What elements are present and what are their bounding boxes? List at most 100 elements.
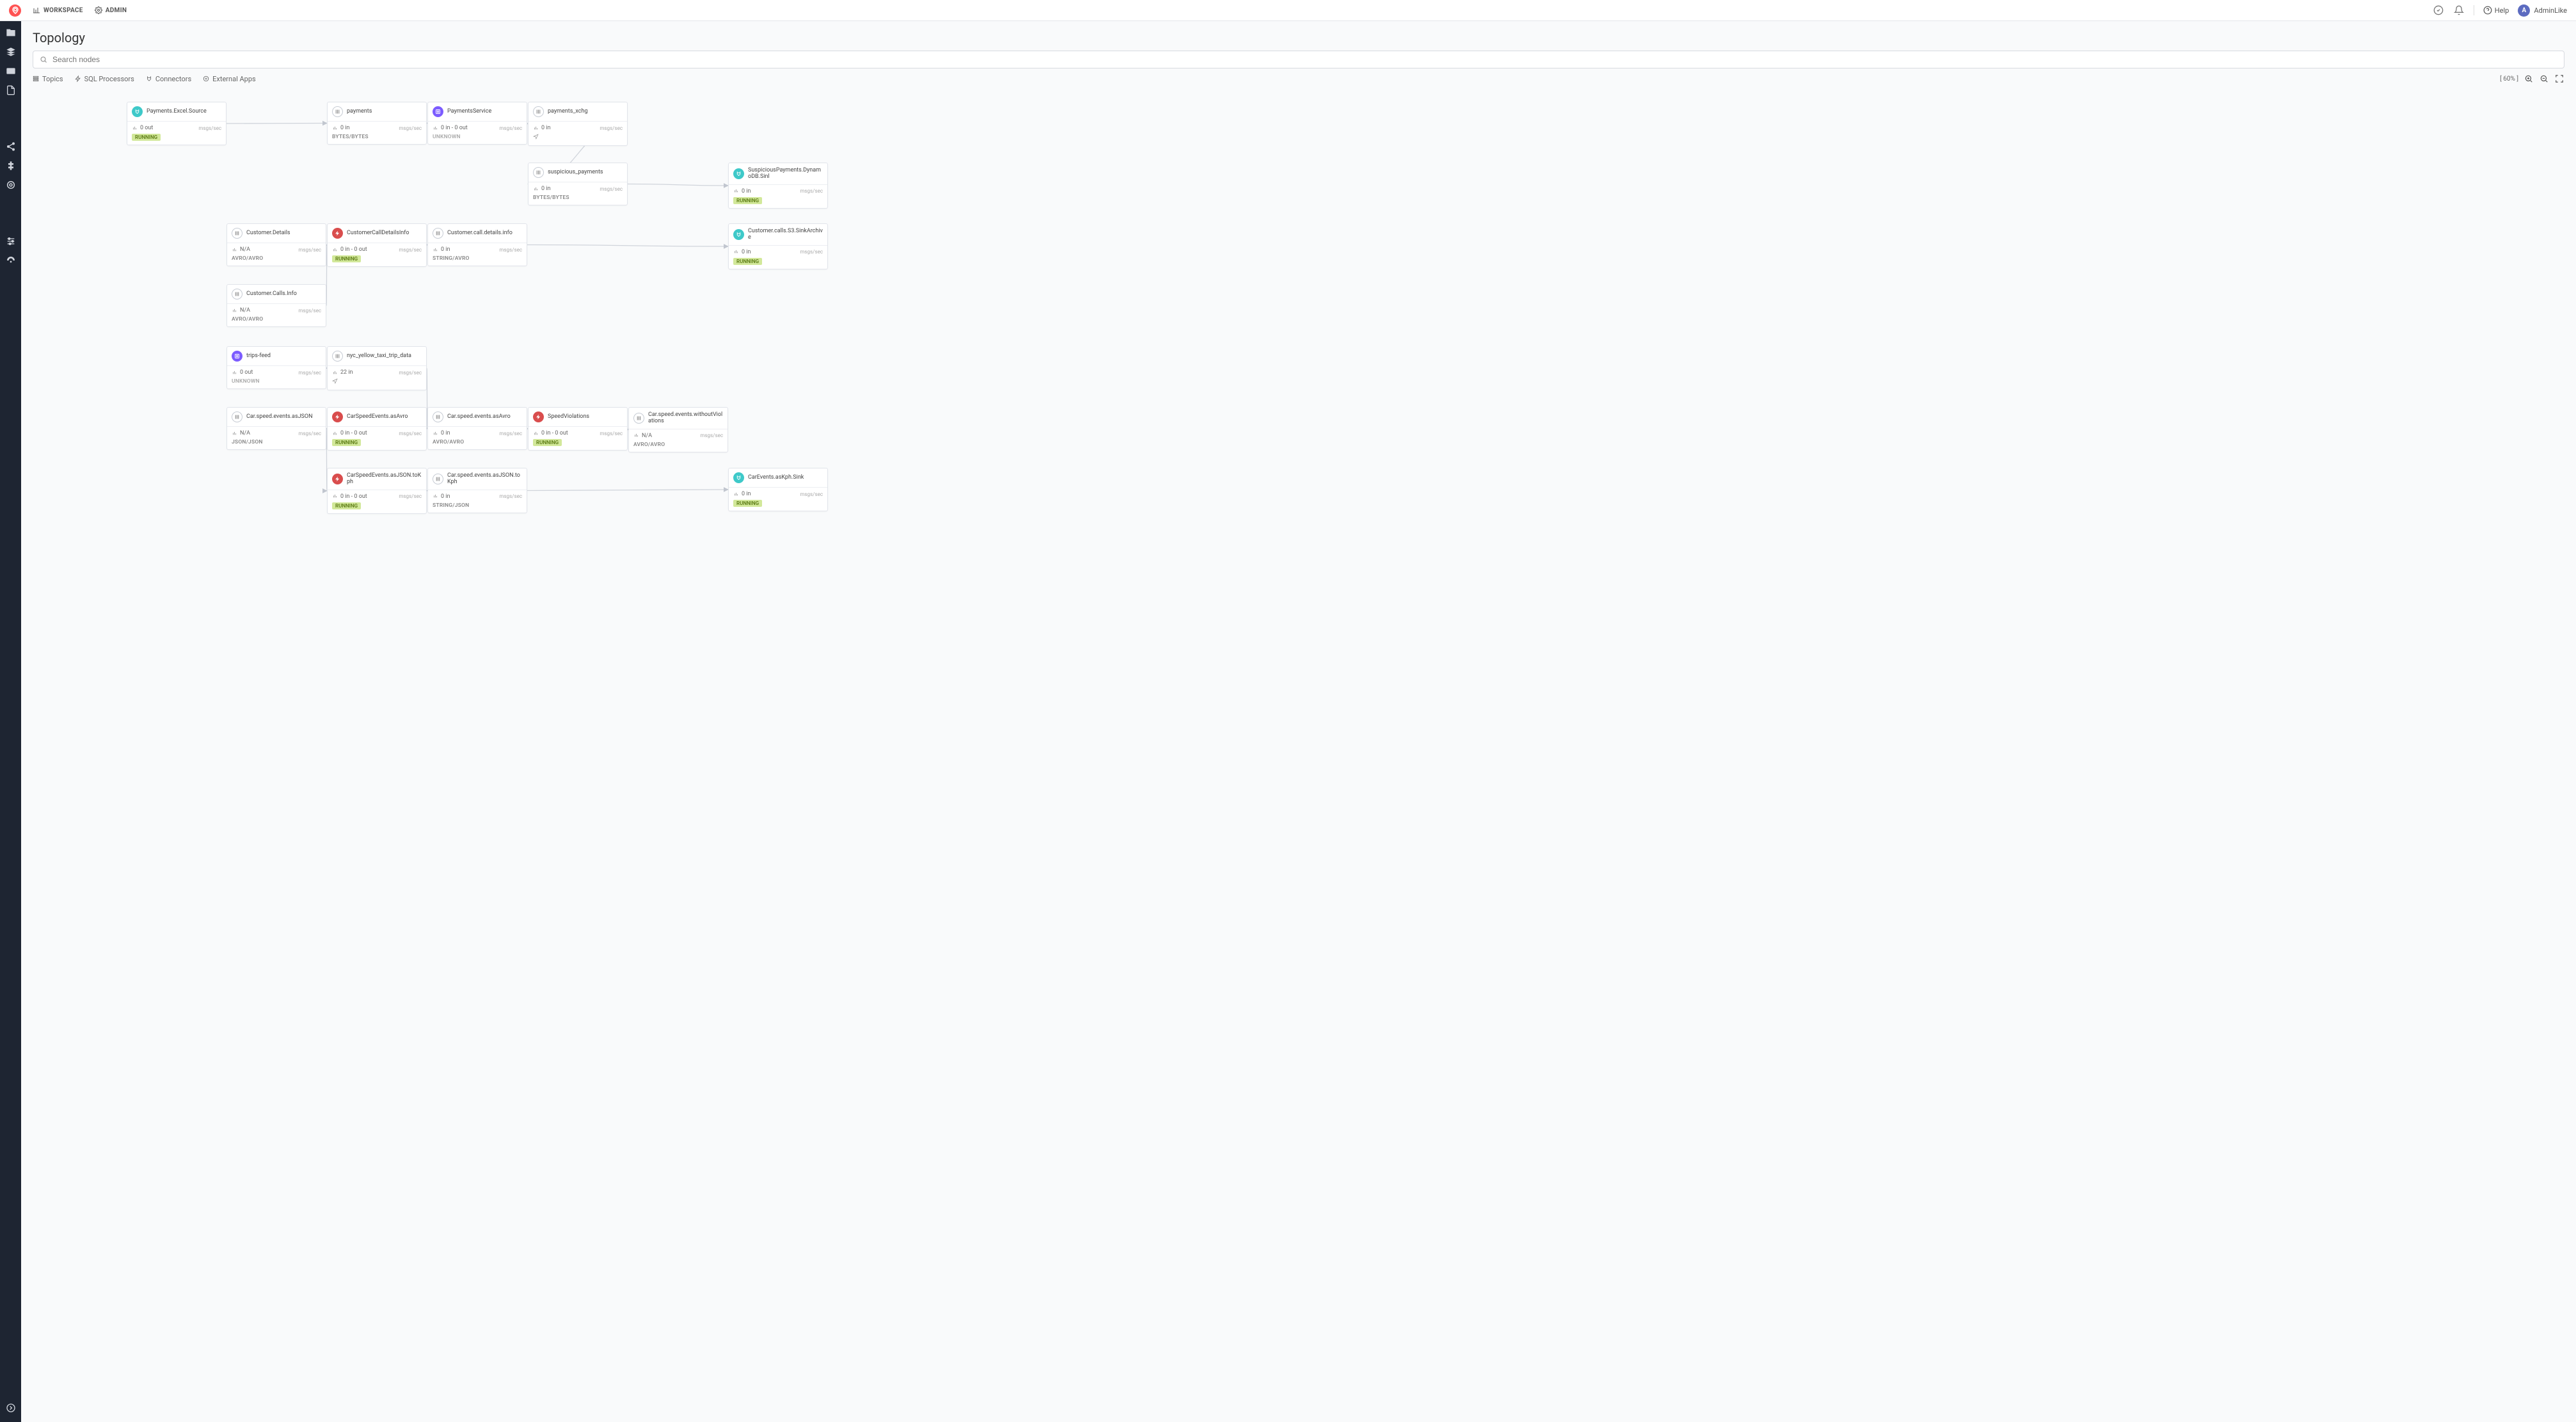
node-header: CarEvents.asKph.Sink xyxy=(729,468,827,488)
topology-canvas[interactable]: Payments.Excel.Source0 outmsgs/secRUNNIN… xyxy=(21,97,2576,1422)
node-metric: 0 in xyxy=(433,493,450,500)
node-n11[interactable]: Customer.calls.S3.SinkArchive0 inmsgs/se… xyxy=(728,223,828,269)
node-n5[interactable]: suspicious_payments0 inmsgs/secBYTES/BYT… xyxy=(528,163,628,205)
sidebar-doc-icon[interactable] xyxy=(6,85,16,95)
search-box[interactable] xyxy=(33,51,2564,68)
node-metric: 0 in - 0 out xyxy=(332,493,367,500)
node-body: 0 inmsgs/secRUNNING xyxy=(729,246,827,269)
sidebar-id-icon[interactable] xyxy=(6,66,16,76)
fullscreen-button[interactable] xyxy=(2554,74,2564,84)
proc-icon xyxy=(533,411,544,422)
stream-icon xyxy=(433,474,443,484)
filter-topics[interactable]: Topics xyxy=(33,75,63,83)
node-metric: 0 in xyxy=(433,430,450,436)
node-title: Customer.Calls.Info xyxy=(246,291,297,297)
sidebar-share-icon[interactable] xyxy=(6,141,16,152)
node-body: 0 in - 0 outmsgs/secUNKNOWN xyxy=(428,122,527,144)
nav-admin[interactable]: ADMIN xyxy=(95,6,127,14)
sidebar-layers-icon[interactable] xyxy=(6,47,16,57)
app-icon xyxy=(232,351,242,362)
filter-apps[interactable]: External Apps xyxy=(203,75,256,83)
node-n17[interactable]: SpeedViolations0 in - 0 outmsgs/secRUNNI… xyxy=(528,407,628,451)
metrics-unit: msgs/sec xyxy=(499,125,522,131)
topbar: WORKSPACE ADMIN Help A AdminLike xyxy=(0,0,2576,21)
user-avatar: A xyxy=(2518,4,2530,17)
node-metric: 0 in xyxy=(733,491,751,497)
search-icon xyxy=(40,56,47,63)
sidebar-lens-icon[interactable] xyxy=(6,180,16,190)
node-n10[interactable]: Customer.call.details.info0 inmsgs/secST… xyxy=(427,223,527,266)
node-metric: N/A xyxy=(633,433,652,439)
node-n15[interactable]: CarSpeedEvents.asAvro0 in - 0 outmsgs/se… xyxy=(327,407,427,451)
status-badge: RUNNING xyxy=(733,500,762,507)
app-logo-icon[interactable] xyxy=(9,4,21,17)
proc-icon xyxy=(332,474,343,484)
node-title: nyc_yellow_taxi_trip_data xyxy=(347,353,411,359)
node-n7[interactable]: Customer.DetailsN/Amsgs/secAVRO/AVRO xyxy=(227,223,326,266)
node-n13[interactable]: nyc_yellow_taxi_trip_data22 inmsgs/sec xyxy=(327,346,427,390)
help-link[interactable]: Help xyxy=(2483,6,2509,15)
format-label: AVRO/AVRO xyxy=(232,255,263,262)
node-n14[interactable]: Car.speed.events.asJSONN/Amsgs/secJSON/J… xyxy=(227,407,326,450)
node-metric: 0 in xyxy=(332,125,349,131)
format-label: STRING/JSON xyxy=(433,502,469,509)
node-title: Customer.call.details.info xyxy=(447,230,513,236)
format-label: AVRO/AVRO xyxy=(633,442,665,448)
node-body: N/Amsgs/secAVRO/AVRO xyxy=(629,429,727,452)
status-unknown: UNKNOWN xyxy=(433,134,461,140)
app-icon xyxy=(433,106,443,117)
zoom-out-button[interactable] xyxy=(2539,74,2549,84)
notifications-icon[interactable] xyxy=(2453,4,2465,16)
node-n12[interactable]: trips-feed0 outmsgs/secUNKNOWN xyxy=(227,346,326,389)
node-metric: 0 in xyxy=(733,188,751,195)
sidebar-collapse-icon[interactable] xyxy=(6,1403,16,1413)
node-body: N/Amsgs/secJSON/JSON xyxy=(227,427,326,449)
node-n18[interactable]: Car.speed.events.withoutViolations N/Amsg… xyxy=(628,407,728,452)
sidebar-folder-icon[interactable] xyxy=(6,28,16,38)
node-n9[interactable]: Customer.Calls.InfoN/Amsgs/secAVRO/AVRO xyxy=(227,284,326,327)
zoom-in-button[interactable] xyxy=(2524,74,2534,84)
sidebar-plugin-icon[interactable] xyxy=(6,161,16,171)
status-badge: RUNNING xyxy=(332,502,361,509)
node-n4[interactable]: payments_xchg0 inmsgs/sec xyxy=(528,102,628,146)
metrics-unit: msgs/sec xyxy=(399,125,422,131)
status-badge: RUNNING xyxy=(132,134,161,141)
nav-workspace[interactable]: WORKSPACE xyxy=(33,6,83,14)
node-n16[interactable]: Car.speed.events.asAvro0 inmsgs/secAVRO/… xyxy=(427,407,527,450)
search-input[interactable] xyxy=(52,55,2557,64)
page-title: Topology xyxy=(21,21,2576,51)
stream-icon xyxy=(433,228,443,239)
filter-connectors[interactable]: Connectors xyxy=(146,75,191,83)
status-unknown: UNKNOWN xyxy=(232,378,260,385)
format-label: AVRO/AVRO xyxy=(232,316,263,323)
metrics-unit: msgs/sec xyxy=(298,247,321,253)
node-header: PaymentsService xyxy=(428,102,527,122)
node-n1[interactable]: Payments.Excel.Source0 outmsgs/secRUNNIN… xyxy=(127,102,227,145)
metrics-unit: msgs/sec xyxy=(298,431,321,436)
connector-icon xyxy=(132,106,143,117)
status-check-icon[interactable] xyxy=(2433,4,2444,16)
user-menu[interactable]: A AdminLike xyxy=(2518,4,2567,17)
node-n3[interactable]: PaymentsService0 in - 0 outmsgs/secUNKNO… xyxy=(427,102,527,145)
node-n6[interactable]: SuspiciousPayments.DynamoDB.Sinl0 inmsgs… xyxy=(728,163,828,209)
help-icon xyxy=(2483,6,2492,15)
node-title: Car.speed.events.withoutViolations xyxy=(648,411,723,425)
node-header: suspicious_payments xyxy=(529,163,627,182)
node-n8[interactable]: CustomerCallDetailsInfo0 in - 0 outmsgs/… xyxy=(327,223,427,267)
node-n19[interactable]: CarSpeedEvents.asJSON.toKph0 in - 0 outm… xyxy=(327,468,427,514)
node-metric: 0 in - 0 out xyxy=(332,430,367,436)
metrics-unit: msgs/sec xyxy=(499,431,522,436)
node-n20[interactable]: Car.speed.events.asJSON.toKph0 inmsgs/se… xyxy=(427,468,527,513)
sidebar-sliders-icon[interactable] xyxy=(6,236,16,246)
node-header: trips-feed xyxy=(227,347,326,366)
node-header: CarSpeedEvents.asJSON.toKph xyxy=(328,468,426,490)
node-body: 0 in - 0 outmsgs/secRUNNING xyxy=(529,427,627,450)
filter-sql[interactable]: SQL Processors xyxy=(75,75,134,83)
node-n2[interactable]: payments0 inmsgs/secBYTES/BYTES xyxy=(327,102,427,145)
node-header: CustomerCallDetailsInfo xyxy=(328,224,426,243)
sidebar-dashboard-icon[interactable] xyxy=(6,255,16,266)
toolbar: Topics SQL Processors Connectors Externa… xyxy=(21,74,2576,88)
node-n21[interactable]: CarEvents.asKph.Sink0 inmsgs/secRUNNING xyxy=(728,468,828,511)
metrics-unit: msgs/sec xyxy=(298,370,321,376)
filter-sql-label: SQL Processors xyxy=(84,75,134,83)
